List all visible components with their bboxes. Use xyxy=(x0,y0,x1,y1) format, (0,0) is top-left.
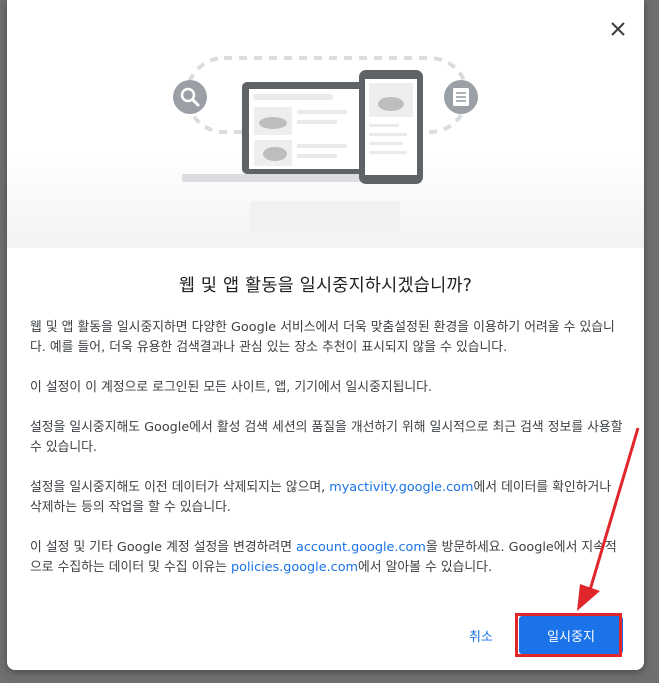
pause-button[interactable]: 일시중지 xyxy=(519,616,623,654)
paragraph-4: 설정을 일시중지해도 이전 데이터가 삭제되지는 않으며, myactivity… xyxy=(30,478,624,518)
paragraph-5-text-before: 이 설정 및 기타 Google 계정 설정을 변경하려면 xyxy=(30,540,297,555)
dialog-body: 웹 및 앱 활동을 일시중지하면 다양한 Google 서비스에서 더욱 맞춤설… xyxy=(30,318,624,598)
dialog-title: 웹 및 앱 활동을 일시중지하시겠습니까? xyxy=(178,276,473,296)
pause-activity-dialog: 웹 및 앱 활동을 일시중지하시겠습니까? 웹 및 앱 활동을 일시중지하면 다… xyxy=(7,0,644,670)
paragraph-5-text-after: 에서 알아볼 수 있습니다. xyxy=(358,560,493,575)
search-icon xyxy=(173,80,207,114)
paragraph-2: 이 설정이 이 계정으로 로그인된 모든 사이트, 앱, 기기에서 일시중지됩니… xyxy=(30,380,433,395)
close-button[interactable] xyxy=(605,16,631,42)
close-icon xyxy=(611,22,625,36)
device-illustration xyxy=(173,56,478,233)
laptop-illustration xyxy=(182,82,382,182)
paragraph-4-text-before: 설정을 일시중지해도 이전 데이터가 삭제되지는 않으며, xyxy=(30,480,330,495)
phone-illustration xyxy=(359,70,423,184)
document-icon xyxy=(444,80,478,114)
cancel-button[interactable]: 취소 xyxy=(453,620,509,650)
account-link[interactable]: account.google.com xyxy=(296,540,426,555)
policies-link[interactable]: policies.google.com xyxy=(231,560,358,575)
paragraph-3: 설정을 일시중지해도 Google에서 활성 검색 세션의 품질을 개선하기 위… xyxy=(30,420,623,455)
hero-illustration xyxy=(7,0,644,248)
myactivity-link[interactable]: myactivity.google.com xyxy=(329,480,473,495)
paragraph-5: 이 설정 및 기타 Google 계정 설정을 변경하려면 account.go… xyxy=(30,538,624,578)
paragraph-1: 웹 및 앱 활동을 일시중지하면 다양한 Google 서비스에서 더욱 맞춤설… xyxy=(30,320,615,355)
